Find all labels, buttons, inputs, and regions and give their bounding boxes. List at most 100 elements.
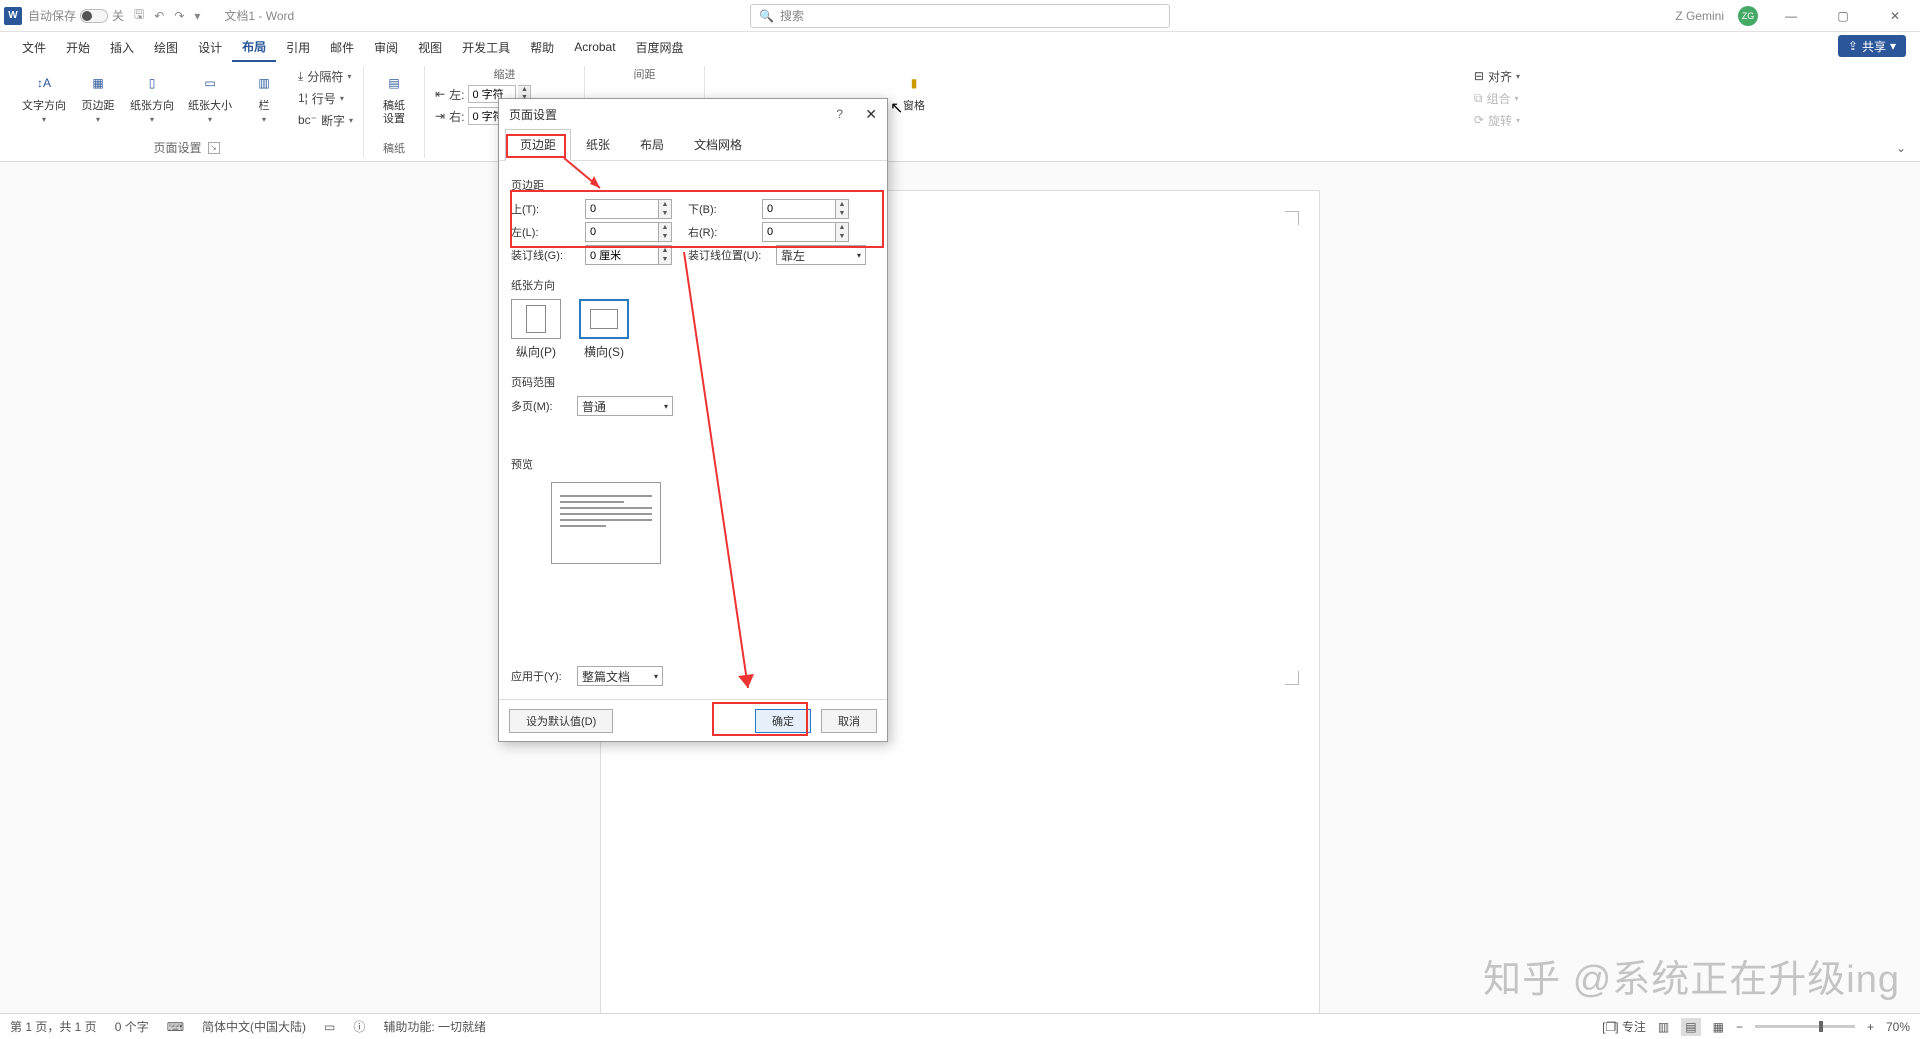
margin-left-input[interactable]: ▲▼ bbox=[585, 222, 672, 242]
qat-more-icon[interactable]: ▾ bbox=[194, 9, 200, 23]
print-layout-icon[interactable]: ▤ bbox=[1681, 1018, 1700, 1036]
tab-insert[interactable]: 插入 bbox=[100, 32, 144, 62]
breaks-button[interactable]: ⤓分隔符▾ bbox=[296, 66, 355, 86]
tab-references[interactable]: 引用 bbox=[276, 32, 320, 62]
margin-right-input[interactable]: ▲▼ bbox=[762, 222, 849, 242]
dialog-tab-paper[interactable]: 纸张 bbox=[571, 129, 625, 160]
redo-icon[interactable]: ↷ bbox=[174, 9, 184, 23]
orientation-portrait[interactable]: 纵向(P) bbox=[511, 299, 561, 360]
tab-review[interactable]: 审阅 bbox=[364, 32, 408, 62]
indent-left-icon: ⇤ bbox=[435, 87, 445, 101]
draft-settings-button[interactable]: ▤稿纸 设置 bbox=[372, 66, 416, 128]
dialog-tab-layout[interactable]: 布局 bbox=[625, 129, 679, 160]
tab-draw[interactable]: 绘图 bbox=[144, 32, 188, 62]
hyphenation-button[interactable]: bc⁻断字▾ bbox=[296, 110, 355, 130]
group-button[interactable]: ⧉组合▾ bbox=[1472, 88, 1521, 108]
tab-help[interactable]: 帮助 bbox=[520, 32, 564, 62]
dialog-tab-grid[interactable]: 文档网格 bbox=[679, 129, 757, 160]
gutter-input[interactable]: ▲▼ bbox=[585, 245, 672, 265]
align-button[interactable]: ⊟对齐▾ bbox=[1472, 66, 1522, 86]
chevron-down-icon: ▾ bbox=[262, 115, 266, 124]
columns-button[interactable]: ▥栏▾ bbox=[242, 66, 286, 126]
undo-icon[interactable]: ↶ bbox=[154, 9, 164, 23]
zoom-out-icon[interactable]: − bbox=[1736, 1020, 1743, 1034]
share-button[interactable]: ⇪ 共享 ▾ bbox=[1838, 35, 1906, 57]
autosave-label: 自动保存 bbox=[28, 7, 76, 24]
dialog-close-icon[interactable]: ✕ bbox=[865, 106, 877, 123]
close-icon[interactable]: ✕ bbox=[1876, 2, 1914, 30]
dialog-titlebar[interactable]: 页面设置 ? ✕ bbox=[499, 99, 887, 129]
section-orientation: 纸张方向 bbox=[511, 277, 875, 293]
page-setup-launcher[interactable]: ↘ bbox=[208, 142, 220, 154]
hyphen-icon: bc⁻ bbox=[298, 113, 317, 127]
maximize-icon[interactable]: ▢ bbox=[1824, 2, 1862, 30]
margin-top-input[interactable]: ▲▼ bbox=[585, 199, 672, 219]
orientation-button[interactable]: ▯纸张方向▾ bbox=[126, 66, 178, 126]
crop-mark bbox=[1285, 671, 1299, 685]
zoom-level[interactable]: 70% bbox=[1886, 1020, 1910, 1034]
display-settings-icon[interactable]: ▭ bbox=[324, 1020, 335, 1034]
toggle-icon[interactable] bbox=[80, 9, 108, 23]
tab-view[interactable]: 视图 bbox=[408, 32, 452, 62]
rotate-icon: ⟳ bbox=[1474, 113, 1484, 127]
apply-to-select[interactable]: 整篇文档▾ bbox=[577, 666, 663, 686]
status-words[interactable]: 0 个字 bbox=[115, 1018, 149, 1035]
orientation-landscape[interactable]: 横向(S) bbox=[579, 299, 629, 360]
tab-mailings[interactable]: 邮件 bbox=[320, 32, 364, 62]
group-draft: ▤稿纸 设置 稿纸 bbox=[364, 66, 425, 158]
rotate-button[interactable]: ⟳旋转▾ bbox=[1472, 110, 1522, 130]
ribbon-collapse-icon[interactable]: ⌄ bbox=[1896, 141, 1906, 155]
status-page[interactable]: 第 1 页，共 1 页 bbox=[10, 1018, 97, 1035]
group-icon: ⧉ bbox=[1474, 91, 1483, 106]
cancel-button[interactable]: 取消 bbox=[821, 709, 877, 733]
search-placeholder: 搜索 bbox=[780, 7, 804, 24]
line-numbers-button[interactable]: 1¦行号▾ bbox=[296, 88, 355, 108]
web-layout-icon[interactable]: ▦ bbox=[1713, 1020, 1724, 1034]
zoom-in-icon[interactable]: + bbox=[1867, 1020, 1874, 1034]
ok-button[interactable]: 确定 bbox=[755, 709, 811, 733]
multi-page-select[interactable]: 普通▾ bbox=[577, 396, 673, 416]
margin-top-label: 上(T): bbox=[511, 201, 579, 217]
margin-bottom-input[interactable]: ▲▼ bbox=[762, 199, 849, 219]
text-predict-icon[interactable]: ⌨ bbox=[167, 1020, 184, 1034]
status-language[interactable]: 简体中文(中国大陆) bbox=[202, 1018, 306, 1035]
accessibility-icon[interactable]: ⓘ bbox=[353, 1018, 365, 1035]
dialog-help-icon[interactable]: ? bbox=[836, 107, 843, 121]
margin-left-label: 左(L): bbox=[511, 224, 579, 240]
tab-design[interactable]: 设计 bbox=[188, 32, 232, 62]
columns-icon: ▥ bbox=[249, 68, 279, 98]
chevron-down-icon: ▾ bbox=[150, 115, 154, 124]
search-icon: 🔍 bbox=[759, 9, 774, 23]
tab-file[interactable]: 文件 bbox=[12, 32, 56, 62]
ribbon: ↕A文字方向▾ ▦页边距▾ ▯纸张方向▾ ▭纸张大小▾ ▥栏▾ ⤓分隔符▾ 1¦… bbox=[0, 62, 1920, 162]
size-button[interactable]: ▭纸张大小▾ bbox=[184, 66, 236, 126]
read-mode-icon[interactable]: ▥ bbox=[1658, 1020, 1669, 1034]
tab-acrobat[interactable]: Acrobat bbox=[564, 32, 625, 62]
user-avatar[interactable]: ZG bbox=[1738, 6, 1758, 26]
text-direction-button[interactable]: ↕A文字方向▾ bbox=[18, 66, 70, 126]
margins-button[interactable]: ▦页边距▾ bbox=[76, 66, 120, 126]
pane-icon: ▮ bbox=[899, 68, 929, 98]
zoom-slider[interactable] bbox=[1755, 1025, 1855, 1028]
page-size-icon: ▭ bbox=[195, 68, 225, 98]
set-default-button[interactable]: 设为默认值(D) bbox=[509, 709, 613, 733]
dialog-tab-margins[interactable]: 页边距 bbox=[505, 129, 571, 161]
margin-right-label: 右(R): bbox=[688, 224, 756, 240]
search-box[interactable]: 🔍 搜索 bbox=[750, 4, 1170, 28]
line-numbers-icon: 1¦ bbox=[298, 91, 308, 105]
autosave-toggle[interactable]: 自动保存 关 bbox=[28, 7, 124, 24]
apply-to-label: 应用于(Y): bbox=[511, 668, 571, 684]
focus-mode[interactable]: [❐] 专注 bbox=[1602, 1018, 1646, 1035]
document-title: 文档1 - Word bbox=[224, 7, 294, 24]
user-name[interactable]: Z Gemini bbox=[1675, 9, 1724, 23]
tab-layout[interactable]: 布局 bbox=[232, 32, 276, 62]
save-icon[interactable]: 🖫 bbox=[134, 5, 144, 26]
tab-home[interactable]: 开始 bbox=[56, 32, 100, 62]
status-accessibility[interactable]: 辅助功能: 一切就绪 bbox=[383, 1018, 486, 1035]
group-arrange: ⊟对齐▾ ⧉组合▾ ⟳旋转▾ bbox=[1464, 66, 1530, 158]
tab-developer[interactable]: 开发工具 bbox=[452, 32, 520, 62]
tab-baidu[interactable]: 百度网盘 bbox=[626, 32, 694, 62]
minimize-icon[interactable]: — bbox=[1772, 2, 1810, 30]
gutter-pos-select[interactable]: 靠左▾ bbox=[776, 245, 866, 265]
section-preview: 预览 bbox=[511, 456, 875, 472]
